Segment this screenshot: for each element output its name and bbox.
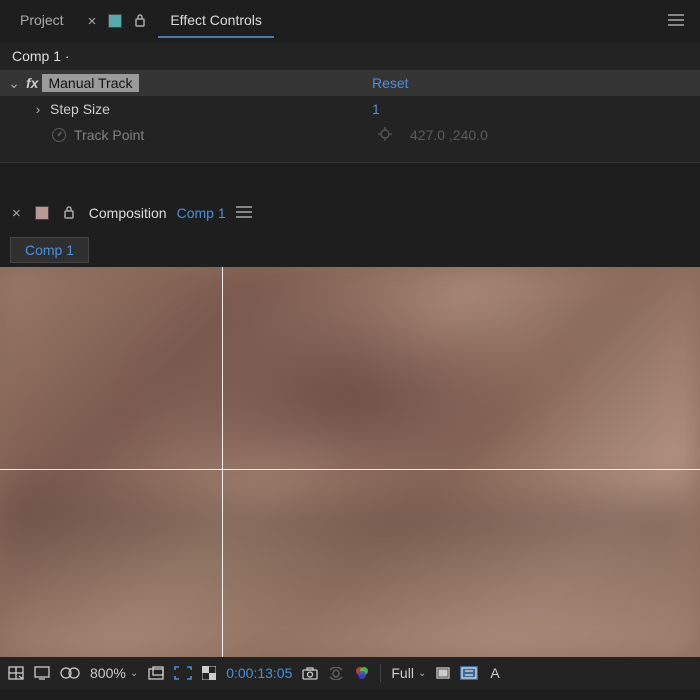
effect-header-row[interactable]: ⌄ fx Manual Track Reset: [0, 70, 700, 96]
view-a-label[interactable]: A: [490, 665, 499, 681]
close-tab-icon[interactable]: ×: [84, 9, 101, 34]
fx-icon[interactable]: fx: [22, 75, 42, 91]
panel-menu-icon[interactable]: [236, 205, 252, 221]
composition-name-link[interactable]: Comp 1: [177, 205, 226, 221]
zoom-dropdown[interactable]: 800% ⌄: [90, 665, 138, 681]
prop-twirl-icon[interactable]: ›: [30, 101, 46, 117]
breadcrumb-comp[interactable]: Comp 1: [10, 237, 89, 263]
prop-track-point-label: Track Point: [74, 127, 144, 143]
chevron-down-icon: ⌄: [130, 668, 138, 679]
prop-step-size-value[interactable]: 1: [372, 101, 380, 117]
effect-twirl-icon[interactable]: ⌄: [6, 75, 22, 92]
prop-track-point-row[interactable]: Track Point 427.0 ,240.0: [0, 122, 700, 148]
layer-color-swatch[interactable]: [35, 206, 49, 220]
resolution-value: Full: [391, 665, 414, 681]
effect-controls-tab-bar: Project × Effect Controls: [0, 0, 700, 42]
tab-project[interactable]: Project: [8, 4, 76, 38]
grid-icon[interactable]: [8, 666, 24, 680]
composition-viewer[interactable]: [0, 267, 700, 657]
point-target-icon[interactable]: [378, 127, 392, 144]
region-of-interest-icon[interactable]: [174, 666, 192, 680]
crosshair-vertical: [222, 267, 223, 657]
effect-name[interactable]: Manual Track: [42, 74, 138, 92]
close-tab-icon[interactable]: ×: [8, 201, 25, 226]
panel-menu-icon[interactable]: [660, 9, 692, 33]
mask-icon[interactable]: [60, 667, 80, 679]
composition-panel: × Composition Comp 1 Comp 1 800%: [0, 193, 700, 689]
effect-controls-panel: Comp 1 · ⌄ fx Manual Track Reset › Step …: [0, 42, 700, 163]
reset-link[interactable]: Reset: [372, 75, 409, 91]
layer-color-swatch[interactable]: [108, 14, 122, 28]
breadcrumb-bar: Comp 1: [0, 233, 700, 267]
lock-icon[interactable]: [59, 205, 79, 222]
prop-step-size-row[interactable]: › Step Size 1: [0, 96, 700, 122]
tab-effect-controls[interactable]: Effect Controls: [158, 4, 274, 38]
viewer-bottom-bar: 800% ⌄ 0:00:13:05 Full ⌄: [0, 657, 700, 689]
prop-step-size-label: Step Size: [50, 101, 110, 117]
display-icon[interactable]: [34, 666, 50, 680]
stopwatch-icon[interactable]: [52, 128, 66, 142]
pixel-aspect-icon[interactable]: [460, 666, 478, 680]
color-channels-icon[interactable]: [354, 666, 370, 680]
show-snapshot-icon[interactable]: [328, 667, 344, 680]
crosshair-horizontal: [0, 469, 700, 470]
zoom-value: 800%: [90, 665, 126, 681]
view-layout-icon[interactable]: [436, 667, 450, 679]
chevron-down-icon: ⌄: [418, 668, 426, 679]
effect-controls-source-label: Comp 1 ·: [0, 42, 700, 70]
resolution-dropdown[interactable]: Full ⌄: [391, 665, 426, 681]
composition-label: Composition: [89, 205, 167, 221]
separator: [380, 664, 381, 682]
transparency-grid-icon[interactable]: [202, 666, 216, 680]
composition-tab-bar: × Composition Comp 1: [0, 193, 700, 233]
lock-icon[interactable]: [130, 13, 150, 30]
resolution-half-icon[interactable]: [148, 666, 164, 680]
snapshot-icon[interactable]: [302, 667, 318, 680]
prop-track-point-x[interactable]: 427.0 ,240.0: [410, 127, 488, 143]
timecode-field[interactable]: 0:00:13:05: [226, 665, 292, 681]
